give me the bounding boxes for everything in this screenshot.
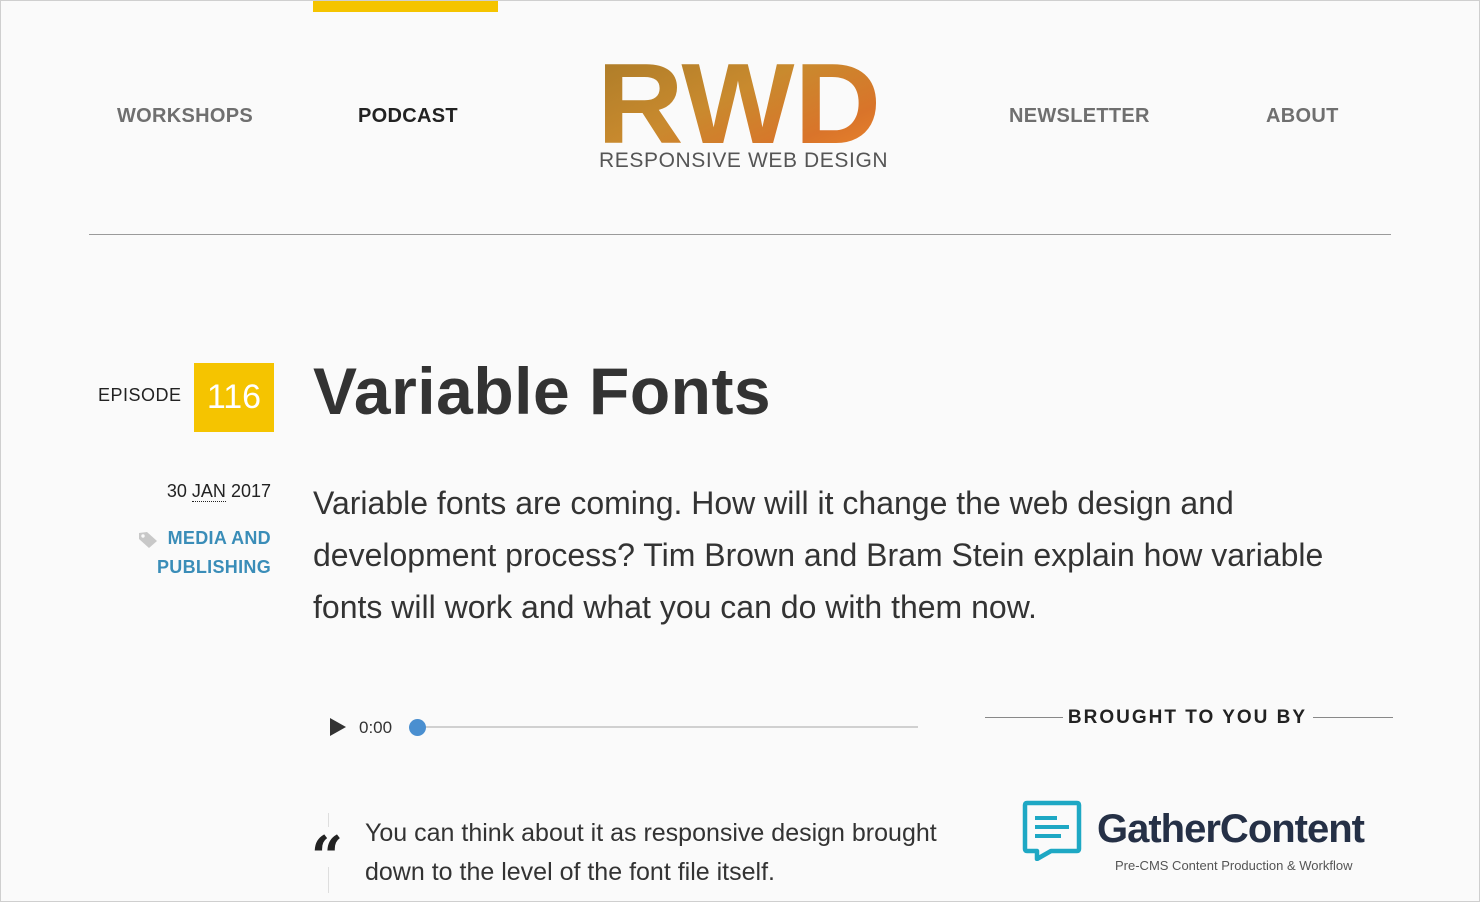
logo-subtitle: RESPONSIVE WEB DESIGN [599, 149, 889, 172]
sponsor-rule-right [1313, 717, 1393, 718]
sponsor-label: BROUGHT TO YOU BY [1067, 707, 1308, 728]
rwd-logo-mark: RWD [597, 57, 881, 147]
episode-description: Variable fonts are coming. How will it c… [313, 485, 1324, 625]
play-icon[interactable] [329, 718, 347, 736]
active-nav-indicator [313, 1, 498, 12]
pull-quote: You can think about it as responsive des… [365, 819, 937, 886]
header-divider [89, 234, 1391, 235]
nav-workshops[interactable]: WORKSHOPS [117, 105, 253, 128]
date-day: 30 [166, 481, 187, 501]
audio-player[interactable]: 0:00 [321, 709, 921, 745]
date-year: 2017 [230, 481, 271, 501]
category-link[interactable]: MEDIA AND PUBLISHING [131, 524, 271, 582]
episode-title: Variable Fonts [313, 354, 772, 428]
quote-icon: “ [308, 827, 346, 887]
svg-text:RWD: RWD [597, 57, 881, 147]
nav-about[interactable]: ABOUT [1266, 105, 1339, 128]
audio-progress-track[interactable] [413, 726, 918, 728]
sponsor-rule-left [985, 717, 1063, 718]
gathercontent-logo-icon[interactable] [1021, 799, 1083, 861]
nav-podcast[interactable]: PODCAST [358, 105, 458, 128]
episode-number-badge: 116 [194, 363, 274, 432]
rwd-logo[interactable]: RWD RESPONSIVE WEB DESIGN [597, 57, 889, 181]
sponsor-tagline: Pre-CMS Content Production & Workflow [1115, 858, 1353, 873]
audio-progress-thumb[interactable] [409, 719, 426, 736]
date-month: JAN [191, 481, 226, 502]
episode-label: EPISODE [98, 385, 182, 405]
audio-time: 0:00 [359, 718, 393, 737]
nav-newsletter[interactable]: NEWSLETTER [1009, 105, 1150, 128]
episode-date: 30 JAN 2017 [167, 481, 271, 502]
sponsor-name[interactable]: GatherContent [1097, 807, 1365, 852]
